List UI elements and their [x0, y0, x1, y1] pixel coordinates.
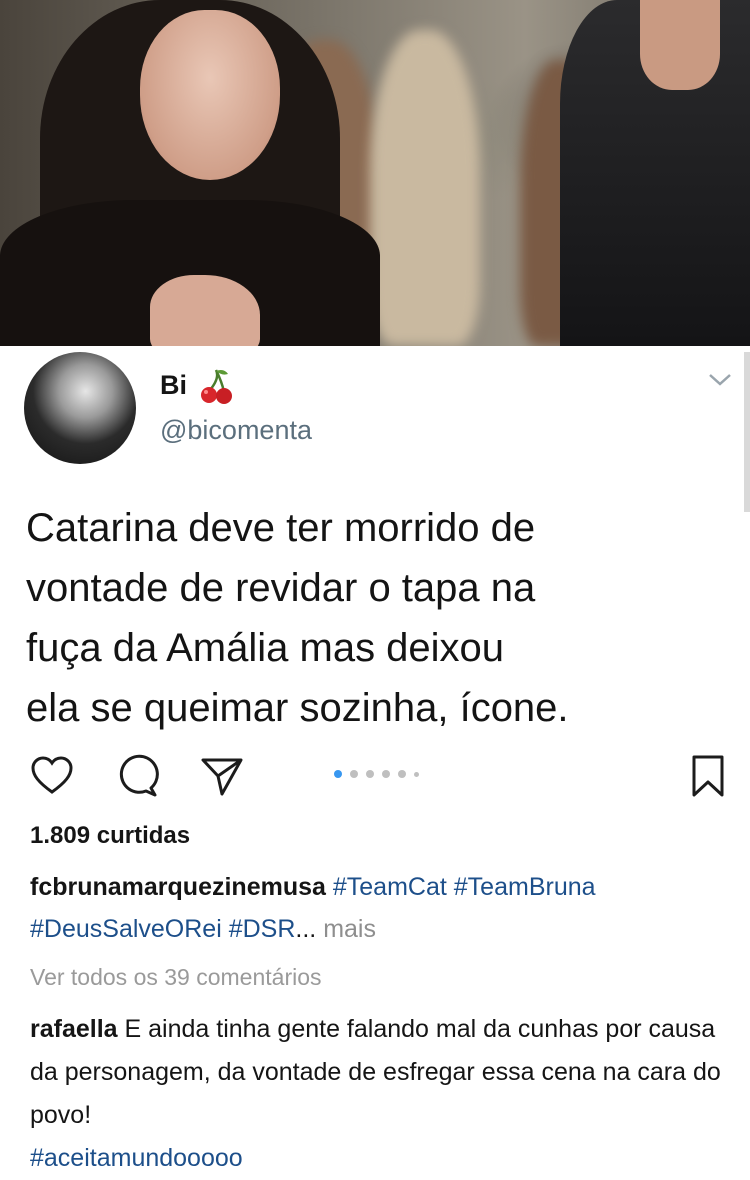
- send-icon[interactable]: [200, 754, 244, 798]
- man-neck: [640, 0, 720, 90]
- carousel-dot: [334, 770, 342, 778]
- hashtag[interactable]: #TeamBruna: [454, 873, 596, 901]
- carousel-dot: [414, 772, 419, 777]
- author-name[interactable]: Bi: [160, 370, 187, 401]
- heart-icon[interactable]: [30, 754, 74, 798]
- hashtag[interactable]: #DeusSalveORei: [30, 915, 222, 943]
- tweet-text: Catarina deve ter morrido de vontade de …: [26, 506, 569, 730]
- carousel-dot: [366, 770, 374, 778]
- caption-ellipsis: ...: [295, 915, 317, 943]
- caption-username[interactable]: fcbrunamarquezinemusa: [30, 873, 326, 901]
- post-image[interactable]: [0, 0, 750, 346]
- view-all-comments-link[interactable]: Ver todos os 39 comentários: [30, 964, 322, 991]
- scrollbar[interactable]: [744, 352, 750, 512]
- caption: fcbrunamarquezinemusa #TeamCat #TeamBrun…: [30, 866, 730, 950]
- hashtag[interactable]: #TeamCat: [333, 873, 447, 901]
- comment-username[interactable]: rafaella: [30, 1015, 118, 1043]
- hashtag[interactable]: #aceitamundooooo: [30, 1144, 243, 1172]
- woman-face: [140, 10, 280, 180]
- action-bar: [0, 748, 750, 804]
- chevron-down-icon[interactable]: [706, 370, 734, 390]
- more-link[interactable]: mais: [323, 915, 376, 943]
- avatar[interactable]: [24, 352, 136, 464]
- background-figure: [370, 30, 480, 346]
- comment: rafaella E ainda tinha gente falando mal…: [30, 1008, 730, 1180]
- author-handle[interactable]: @bicomenta: [160, 415, 312, 446]
- carousel-dot: [350, 770, 358, 778]
- comment-icon[interactable]: [115, 754, 159, 798]
- woman-hand: [150, 275, 260, 346]
- carousel-dot: [382, 770, 390, 778]
- hashtag[interactable]: #DSR: [229, 915, 296, 943]
- cherry-icon: [201, 369, 232, 404]
- bookmark-icon[interactable]: [686, 754, 730, 798]
- likes-count[interactable]: 1.809 curtidas: [30, 822, 190, 850]
- carousel-dot: [398, 770, 406, 778]
- comment-text: E ainda tinha gente falando mal da cunha…: [30, 1015, 721, 1129]
